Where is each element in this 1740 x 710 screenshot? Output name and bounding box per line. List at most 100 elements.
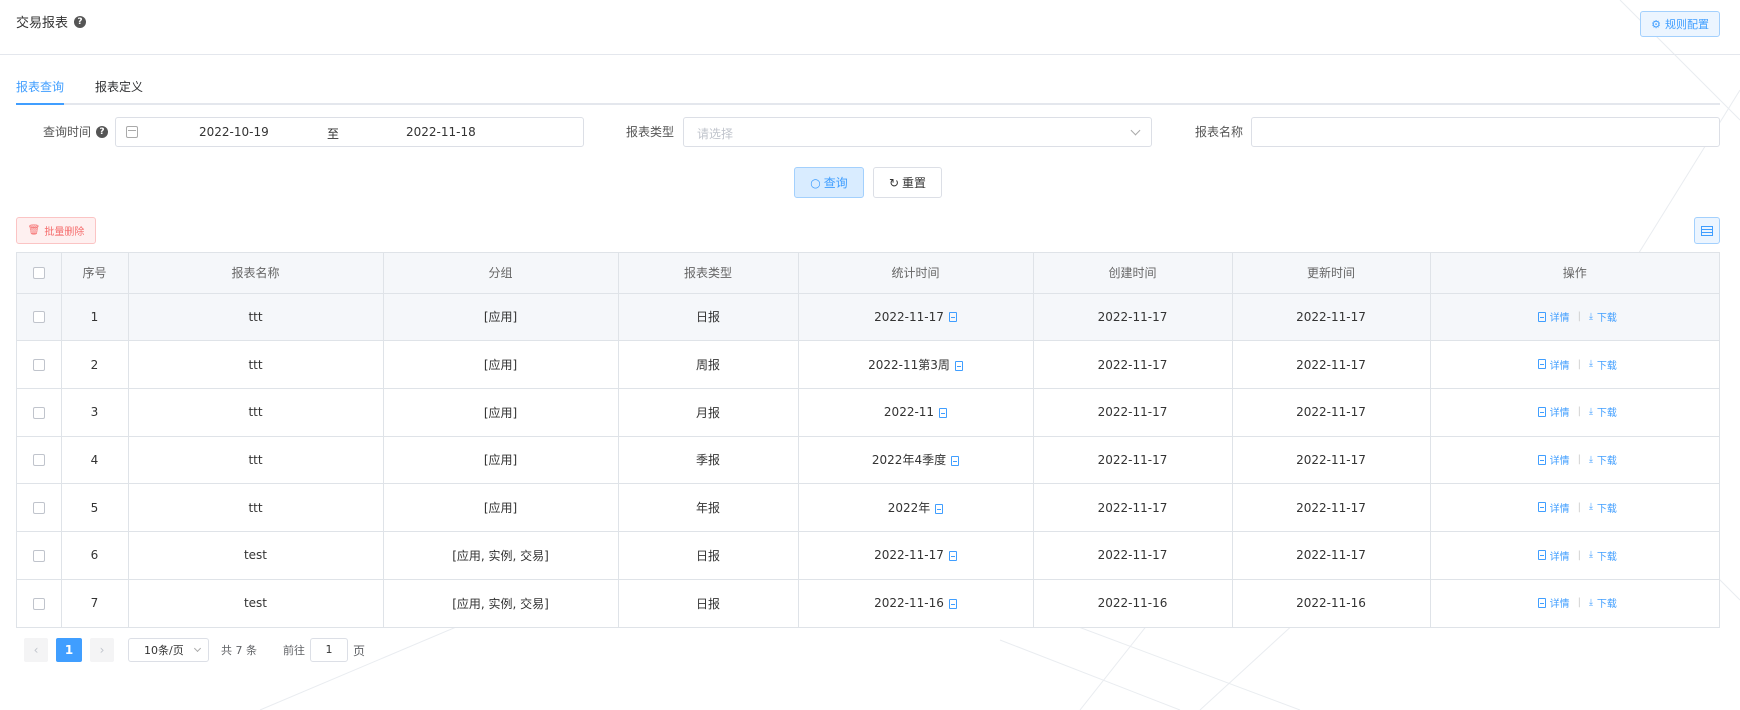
search-icon: ○ <box>810 175 821 190</box>
detail-link[interactable]: 详情 <box>1550 404 1570 419</box>
page-number-current[interactable]: 1 <box>56 638 82 662</box>
row-stat-time: 2022-11第3周 <box>868 358 950 373</box>
tab-report-definition[interactable]: 报表定义 <box>95 78 143 105</box>
row-updated: 2022-11-17 <box>1232 436 1431 485</box>
page-size-select[interactable]: 10条/页 <box>128 638 209 662</box>
table-row[interactable]: 4 ttt [应用] 季报 2022年4季度 2022-11-17 2022-1… <box>17 436 1719 485</box>
chevron-right-icon: › <box>99 643 105 657</box>
date-separator: 至 <box>327 127 340 141</box>
download-link[interactable]: 下载 <box>1597 357 1617 372</box>
detail-icon <box>1537 550 1546 561</box>
document-icon[interactable] <box>948 550 957 561</box>
report-table: 序号 报表名称 分组 报表类型 统计时间 创建时间 更新时间 操作 1 ttt … <box>16 252 1720 628</box>
document-icon[interactable] <box>948 598 957 609</box>
action-divider: | <box>1577 358 1581 370</box>
document-icon[interactable] <box>939 407 948 418</box>
help-icon[interactable]: ? <box>96 125 109 138</box>
row-report-name: ttt <box>128 388 384 437</box>
row-stat-time: 2022-11-17 <box>874 548 944 563</box>
row-checkbox[interactable] <box>32 454 45 467</box>
page: 交易报表 ? ⚙ 规则配置 报表查询 报表定义 查询时间 ? 2022-10-1… <box>0 0 1740 710</box>
document-icon[interactable] <box>951 455 960 466</box>
action-divider: | <box>1577 597 1581 609</box>
table-row[interactable]: 7 test [应用, 实例, 交易] 日报 2022-11-16 2022-1… <box>17 579 1719 627</box>
next-page-button[interactable]: › <box>90 638 114 662</box>
column-header: 分组 <box>383 253 619 294</box>
table-row[interactable]: 2 ttt [应用] 周报 2022-11第3周 2022-11-17 2022… <box>17 340 1719 389</box>
column-header: 创建时间 <box>1033 253 1233 294</box>
select-all-cell <box>17 253 62 294</box>
prev-page-button[interactable]: ‹ <box>24 638 48 662</box>
goto-page-input[interactable]: 1 <box>310 638 348 662</box>
table-row[interactable]: 5 ttt [应用] 年报 2022年 2022-11-17 2022-11-1… <box>17 483 1719 532</box>
tab-report-query[interactable]: 报表查询 <box>16 78 65 105</box>
download-link[interactable]: 下载 <box>1597 404 1617 419</box>
download-link[interactable]: 下载 <box>1597 452 1617 467</box>
download-link[interactable]: 下载 <box>1597 595 1617 610</box>
row-stat-time: 2022年 <box>887 501 931 516</box>
download-icon: ⤓ <box>1588 502 1593 513</box>
table-row[interactable]: 3 ttt [应用] 月报 2022-11 2022-11-17 2022-11… <box>17 388 1719 437</box>
batch-delete-button[interactable]: 🗑 批量删除 <box>16 217 96 244</box>
row-created: 2022-11-17 <box>1033 436 1233 485</box>
row-report-type: 月报 <box>618 388 799 437</box>
select-all-checkbox[interactable] <box>32 267 45 280</box>
document-icon[interactable] <box>935 503 944 514</box>
row-checkbox[interactable] <box>32 359 45 372</box>
row-created: 2022-11-17 <box>1033 483 1233 532</box>
query-button[interactable]: ○ 查询 <box>794 167 864 198</box>
row-updated: 2022-11-16 <box>1232 579 1431 627</box>
date-end-input[interactable]: 2022-11-18 <box>406 125 476 139</box>
detail-icon <box>1537 502 1546 513</box>
row-actions: 详情 | ⤓ 下载 <box>1430 436 1719 485</box>
column-settings-button[interactable] <box>1694 217 1720 244</box>
row-report-name: test <box>128 531 384 580</box>
row-actions: 详情 | ⤓ 下载 <box>1430 293 1719 342</box>
detail-link[interactable]: 详情 <box>1550 309 1570 324</box>
row-stat-time-cell: 2022年4季度 <box>798 436 1034 485</box>
document-icon[interactable] <box>954 360 963 371</box>
rule-config-button[interactable]: ⚙ 规则配置 <box>1640 11 1720 37</box>
table-row[interactable]: 1 ttt [应用] 日报 2022-11-17 2022-11-17 2022… <box>17 293 1719 342</box>
download-icon: ⤓ <box>1588 311 1593 322</box>
row-checkbox[interactable] <box>32 597 45 610</box>
row-report-type: 季报 <box>618 436 799 485</box>
report-type-select[interactable]: 请选择 <box>683 117 1152 147</box>
row-report-type: 日报 <box>618 579 799 627</box>
row-checkbox[interactable] <box>32 549 45 562</box>
detail-link[interactable]: 详情 <box>1550 548 1570 563</box>
download-link[interactable]: 下载 <box>1597 500 1617 515</box>
table-row[interactable]: 6 test [应用, 实例, 交易] 日报 2022-11-17 2022-1… <box>17 531 1719 580</box>
row-stat-time: 2022年4季度 <box>871 453 947 468</box>
row-index: 3 <box>61 388 129 437</box>
chevron-down-icon <box>1130 125 1141 136</box>
row-checkbox[interactable] <box>32 502 45 515</box>
row-group: [应用] <box>383 436 619 485</box>
row-group: [应用, 实例, 交易] <box>383 579 619 627</box>
detail-link[interactable]: 详情 <box>1550 452 1570 467</box>
date-start-input[interactable]: 2022-10-19 <box>199 125 269 139</box>
action-divider: | <box>1577 406 1581 418</box>
detail-link[interactable]: 详情 <box>1550 500 1570 515</box>
detail-link[interactable]: 详情 <box>1550 595 1570 610</box>
query-time-label-text: 查询时间 <box>43 125 92 139</box>
detail-link[interactable]: 详情 <box>1550 357 1570 372</box>
row-created: 2022-11-17 <box>1033 340 1233 389</box>
download-link[interactable]: 下载 <box>1597 548 1617 563</box>
row-select-cell <box>17 483 62 532</box>
row-index: 4 <box>61 436 129 485</box>
action-divider: | <box>1577 454 1581 466</box>
date-range-picker[interactable]: 2022-10-19 至 2022-11-18 <box>115 117 584 147</box>
row-select-cell <box>17 531 62 580</box>
table-header-row: 序号 报表名称 分组 报表类型 统计时间 创建时间 更新时间 操作 <box>17 253 1719 294</box>
document-icon[interactable] <box>948 312 957 323</box>
report-name-input[interactable] <box>1251 117 1720 147</box>
row-checkbox[interactable] <box>32 311 45 324</box>
detail-icon <box>1537 311 1546 322</box>
row-report-name: ttt <box>128 293 384 342</box>
download-link[interactable]: 下载 <box>1597 309 1617 324</box>
reset-button[interactable]: ↻ 重置 <box>873 167 942 198</box>
help-icon[interactable]: ? <box>74 15 87 28</box>
refresh-icon: ↻ <box>888 175 900 190</box>
row-checkbox[interactable] <box>32 406 45 419</box>
